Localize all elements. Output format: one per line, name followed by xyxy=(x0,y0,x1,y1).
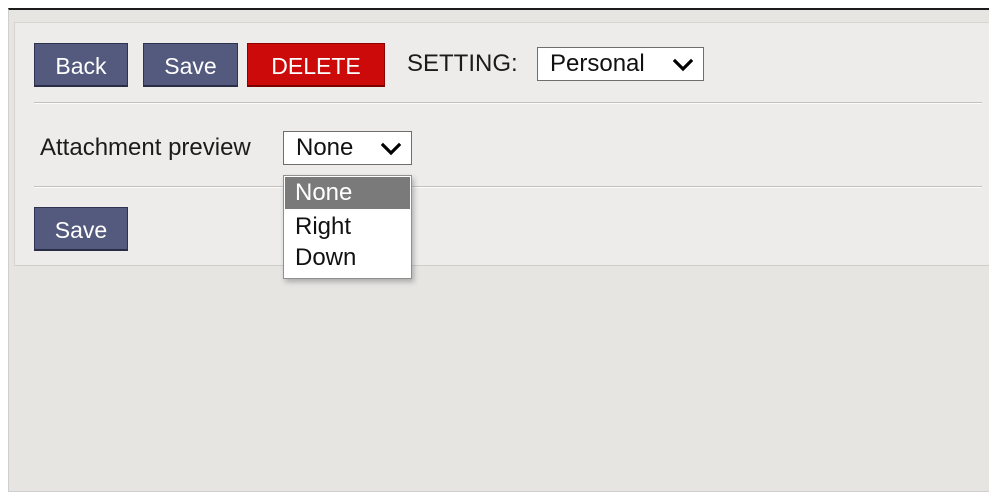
setting-label: SETTING: xyxy=(407,50,518,77)
attachment-preview-dropdown: None Right Down xyxy=(283,175,412,279)
divider xyxy=(34,186,982,188)
setting-select-value: Personal xyxy=(550,50,645,77)
chevron-down-icon xyxy=(381,142,401,156)
divider xyxy=(34,102,982,104)
back-button[interactable]: Back xyxy=(34,43,128,87)
setting-select[interactable]: Personal xyxy=(537,47,704,81)
save-button-bottom[interactable]: Save xyxy=(34,207,128,251)
attachment-preview-select-value: None xyxy=(296,134,354,161)
delete-button[interactable]: DELETE xyxy=(247,43,385,87)
chevron-down-icon xyxy=(673,58,693,72)
save-button-top[interactable]: Save xyxy=(143,43,238,87)
dropdown-option-none[interactable]: None xyxy=(285,177,410,209)
dropdown-option-right[interactable]: Right xyxy=(285,211,410,243)
attachment-preview-label: Attachment preview xyxy=(40,134,251,161)
attachment-preview-select[interactable]: None xyxy=(283,131,412,165)
dropdown-option-down[interactable]: Down xyxy=(285,242,410,274)
